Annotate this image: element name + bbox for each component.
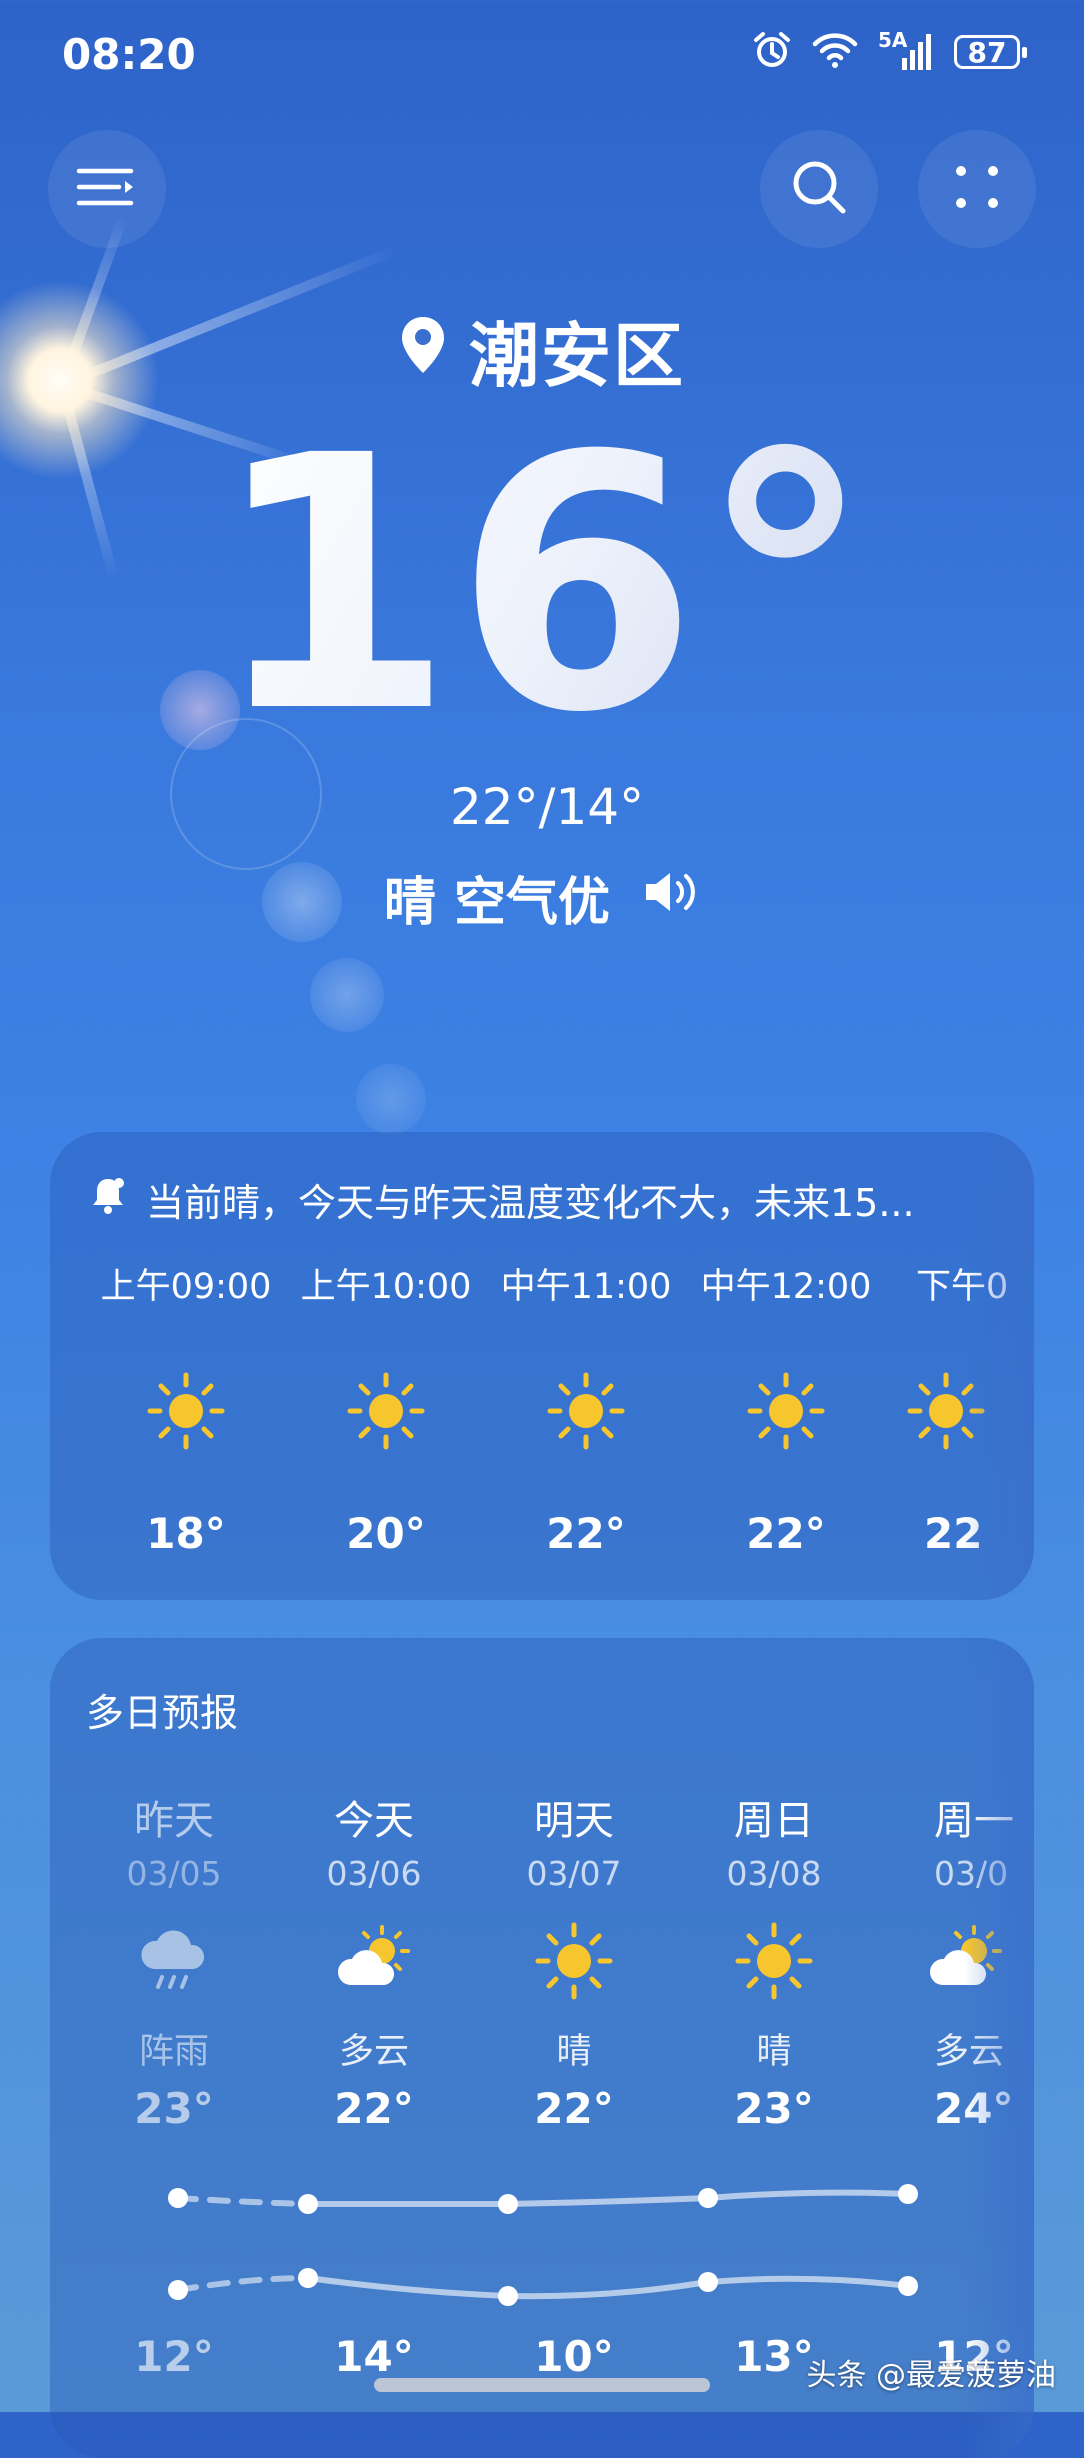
hour-item[interactable]: 上午09:00 18° <box>96 1258 276 1558</box>
current-temperature-value: 16° <box>210 381 874 789</box>
hour-item[interactable]: 上午10:00 20° <box>296 1258 476 1558</box>
sun-icon <box>744 1369 828 1450</box>
hour-time: 上午09:00 <box>100 1267 272 1307</box>
notice-text: 当前晴，今天与昨天温度变化不大，未来15... <box>146 1181 915 1225</box>
cellular-signal-icon: 5A <box>878 28 934 72</box>
high-temp-line-past <box>175 2195 311 2207</box>
day-date: 03/05 <box>126 1854 222 1893</box>
sun-icon <box>904 1369 988 1450</box>
hour-time: 中午12:00 <box>700 1267 872 1307</box>
day-name: 周日 <box>734 1798 814 1844</box>
hour-time: 下午0 <box>916 1267 1009 1307</box>
home-indicator[interactable] <box>374 2378 710 2392</box>
rain-cloud-icon <box>132 1919 216 2005</box>
hour-temp: 20° <box>346 1509 426 1558</box>
hourly-forecast-card[interactable]: 当前晴，今天与昨天温度变化不大，未来15... 上午09:00 18° 上午10… <box>50 1132 1034 1600</box>
day-item[interactable]: 周一 03/0 多云 24° <box>884 1788 1024 2133</box>
low-temp-point <box>168 2280 188 2300</box>
low-temp-line <box>305 2275 911 2300</box>
day-date: 03/0 <box>934 1854 1009 1893</box>
day-name: 昨天 <box>134 1798 214 1844</box>
day-high: 24° <box>934 2084 1014 2133</box>
high-temp-point <box>498 2194 518 2214</box>
day-date: 03/08 <box>726 1854 822 1893</box>
battery-level: 87 <box>967 35 1007 69</box>
lens-flare <box>356 1064 426 1134</box>
bell-icon <box>90 1175 126 1224</box>
day-low: 14° <box>334 2332 414 2381</box>
hour-item[interactable]: 下午0 22 <box>896 1258 1016 1558</box>
status-icons: 5A 87 <box>752 28 1027 74</box>
search-button[interactable] <box>760 130 878 248</box>
day-name: 今天 <box>334 1798 414 1844</box>
day-condition: 多云 <box>338 2032 409 2072</box>
daily-forecast-card[interactable]: 多日预报 昨天 03/05 阵雨 23° 今天 03/06 多云 22° 明天 … <box>50 1638 1034 2458</box>
day-high: 23° <box>134 2084 214 2133</box>
hour-temp: 22 <box>924 1509 983 1558</box>
day-item[interactable]: 周日 03/08 晴 23° <box>684 1788 864 2133</box>
low-temp-point <box>898 2276 918 2296</box>
high-low-temperature: 22°/14° <box>450 778 645 836</box>
hour-temp: 22° <box>746 1509 826 1558</box>
day-item[interactable]: 今天 03/06 多云 22° <box>284 1788 464 2133</box>
hour-item[interactable]: 中午12:00 22° <box>696 1258 876 1558</box>
partly-cloudy-icon <box>924 1919 1008 2005</box>
menu-icon <box>75 163 139 215</box>
sun-icon <box>532 1919 616 2005</box>
day-condition: 晴 <box>556 2032 592 2072</box>
day-name: 明天 <box>534 1798 614 1844</box>
high-temp-point <box>168 2188 188 2208</box>
temperature-trend-chart <box>168 2184 918 2306</box>
watermark: 头条 @最爱菠萝油 <box>806 2358 1056 2393</box>
search-icon <box>789 157 849 221</box>
sun-icon <box>732 1919 816 2005</box>
day-date: 03/07 <box>526 1854 622 1893</box>
day-name: 周一 <box>934 1798 1014 1844</box>
more-button[interactable] <box>918 130 1036 248</box>
more-dots-icon <box>951 161 1003 217</box>
current-condition-text: 晴 空气优 <box>383 873 610 933</box>
lens-flare <box>310 958 384 1032</box>
day-high: 22° <box>534 2084 614 2133</box>
battery-icon: 87 <box>954 35 1027 69</box>
daily-forecast-title: 多日预报 <box>86 1691 239 1735</box>
sun-icon <box>544 1369 628 1450</box>
high-temp-line <box>305 2189 911 2207</box>
low-temp-point <box>698 2272 718 2292</box>
status-bar: 08:20 5A 87 <box>0 0 1084 110</box>
low-temp-line-past <box>175 2275 311 2293</box>
alarm-icon <box>752 30 792 74</box>
day-high: 22° <box>334 2084 414 2133</box>
high-temp-point <box>698 2188 718 2208</box>
day-condition: 晴 <box>756 2032 792 2072</box>
sun-icon <box>144 1369 228 1450</box>
day-high: 23° <box>734 2084 814 2133</box>
hour-temp: 18° <box>146 1509 226 1558</box>
wifi-icon <box>812 30 858 74</box>
hour-item[interactable]: 中午11:00 22° <box>496 1258 676 1558</box>
hour-time: 中午11:00 <box>500 1267 672 1307</box>
partly-cloudy-icon <box>332 1919 416 2005</box>
day-low: 12° <box>134 2332 214 2381</box>
day-item[interactable]: 明天 03/07 晴 22° <box>484 1788 664 2133</box>
high-temp-point <box>898 2184 918 2204</box>
day-condition: 多云 <box>934 2032 1005 2072</box>
hour-temp: 22° <box>546 1509 626 1558</box>
low-temp-point <box>298 2268 318 2288</box>
day-item[interactable]: 昨天 03/05 阵雨 23° <box>84 1788 264 2133</box>
day-low: 10° <box>534 2332 614 2381</box>
low-temp-point <box>498 2286 518 2306</box>
high-temp-point <box>298 2194 318 2214</box>
hour-time: 上午10:00 <box>300 1267 472 1307</box>
menu-button[interactable] <box>48 130 166 248</box>
day-date: 03/06 <box>326 1854 422 1893</box>
sun-icon <box>344 1369 428 1450</box>
speaker-icon[interactable] <box>642 868 700 928</box>
weather-notice[interactable]: 当前晴，今天与昨天温度变化不大，未来15... <box>90 1172 1020 1227</box>
current-condition[interactable]: 晴 空气优 <box>0 860 1084 935</box>
current-temperature: 16° <box>0 410 1084 760</box>
status-time: 08:20 <box>62 30 196 79</box>
day-condition: 阵雨 <box>138 2032 209 2072</box>
location-pin-icon <box>399 310 447 392</box>
